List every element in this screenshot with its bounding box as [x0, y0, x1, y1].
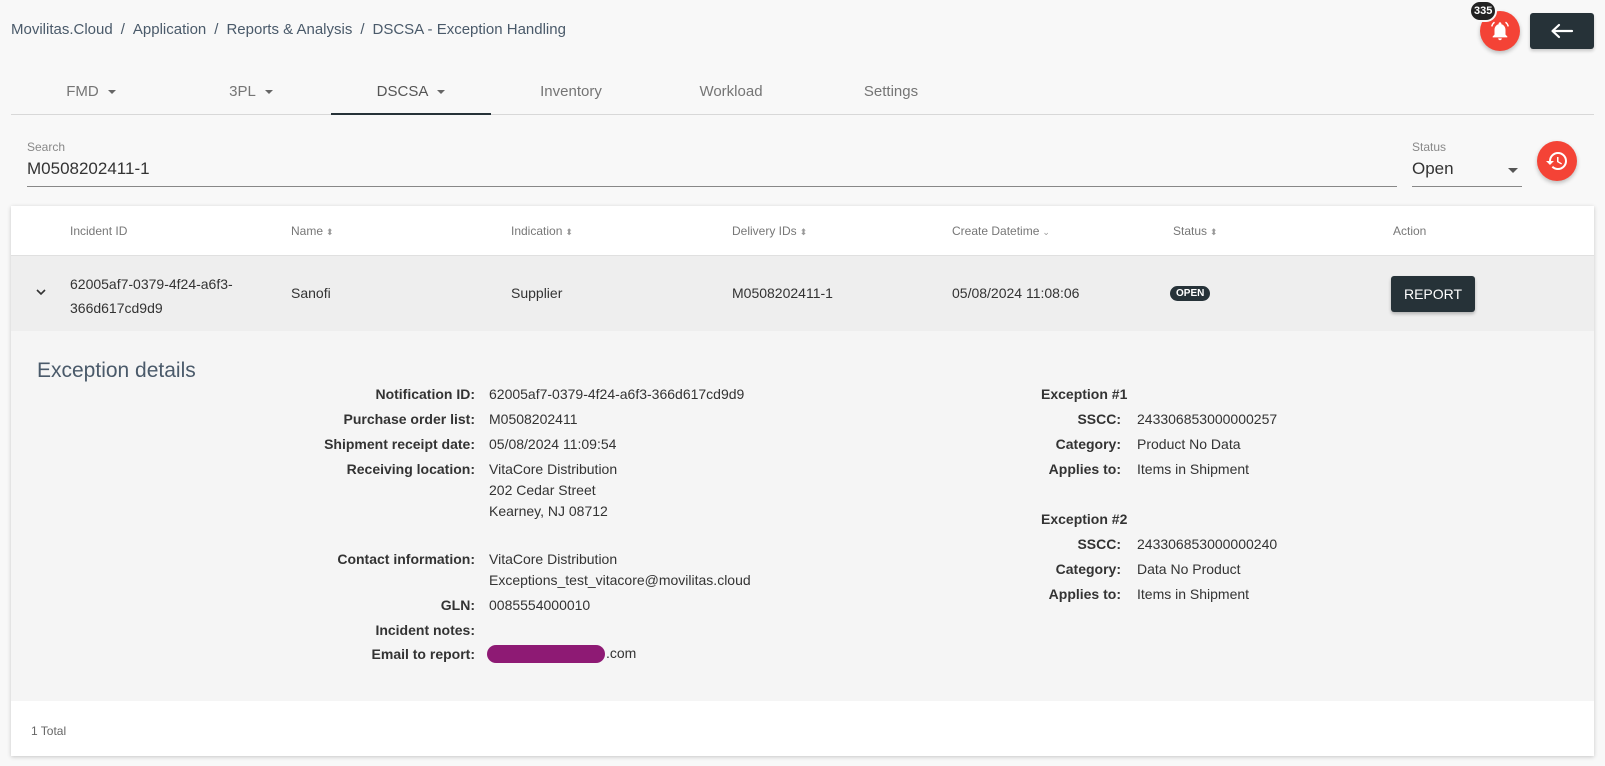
cell-name: Sanofi	[291, 285, 331, 301]
breadcrumb-link-reports[interactable]: Reports & Analysis	[226, 21, 352, 38]
cell-indication: Supplier	[511, 285, 563, 301]
arrow-left-icon	[1551, 23, 1574, 39]
status-badge: OPEN	[1170, 286, 1211, 301]
column-header-status[interactable]: Status ⬍	[1173, 224, 1218, 238]
sort-desc-icon: ⌄	[1042, 227, 1050, 237]
column-header-indication[interactable]: Indication ⬍	[511, 224, 573, 238]
incident-table: Incident ID Name ⬍ Indication ⬍ Delivery I…	[11, 206, 1594, 756]
tab-dscsa[interactable]: DSCSA	[331, 75, 491, 115]
caret-down-icon	[437, 90, 446, 94]
cell-delivery-ids: M0508202411-1	[732, 285, 833, 301]
report-button[interactable]: REPORT	[1391, 276, 1475, 312]
exception-2-title: Exception #2	[1041, 511, 1128, 527]
breadcrumb-separator: /	[214, 21, 219, 38]
breadcrumb-current: DSCSA - Exception Handling	[372, 21, 566, 38]
search-input[interactable]: M0508202411-1	[27, 159, 1397, 179]
tab-label: Workload	[699, 83, 763, 100]
column-header-delivery-ids[interactable]: Delivery IDs ⬍	[732, 224, 807, 238]
caret-down-icon	[264, 90, 273, 94]
column-header-incident-id[interactable]: Incident ID	[70, 224, 127, 238]
search-field[interactable]: Search M0508202411-1	[27, 140, 1397, 187]
cell-incident-id: 62005af7-0379-4f24-a6f3- 366d617cd9d9	[70, 276, 233, 316]
tab-bar: FMD 3PL DSCSA Inventory Workload Setting…	[11, 75, 1594, 115]
search-label: Search	[27, 140, 66, 154]
column-header-name[interactable]: Name ⬍	[291, 224, 334, 238]
status-select[interactable]: Status Open	[1412, 140, 1522, 187]
caret-down-icon	[1508, 168, 1518, 173]
history-button[interactable]	[1537, 141, 1577, 181]
sort-icon: ⬍	[565, 227, 573, 237]
cell-create-datetime: 05/08/2024 11:08:06	[952, 285, 1080, 301]
sort-icon: ⬍	[1210, 227, 1218, 237]
status-label: Status	[1412, 140, 1447, 154]
breadcrumb-link-application[interactable]: Application	[133, 21, 206, 38]
back-button[interactable]	[1530, 13, 1594, 49]
exception-1-title: Exception #1	[1041, 386, 1128, 402]
breadcrumb-separator: /	[360, 21, 365, 38]
chevron-down-icon[interactable]	[33, 284, 49, 300]
redaction-mark	[487, 645, 605, 664]
tab-label: Settings	[863, 83, 919, 100]
tab-label: FMD	[66, 83, 99, 100]
exception-details-panel: Exception details Notification ID: 62005…	[11, 331, 1594, 701]
table-row[interactable]: 62005af7-0379-4f24-a6f3- 366d617cd9d9 Sa…	[11, 256, 1594, 331]
tab-label: 3PL	[229, 83, 256, 100]
tab-settings[interactable]: Settings	[811, 75, 971, 115]
bell-icon	[1491, 21, 1509, 41]
breadcrumb-link-home[interactable]: Movilitas.Cloud	[11, 21, 113, 38]
tab-label: DSCSA	[376, 83, 429, 100]
tab-workload[interactable]: Workload	[651, 75, 811, 115]
table-header: Incident ID Name ⬍ Indication ⬍ Delivery I…	[11, 206, 1594, 256]
column-header-create-datetime[interactable]: Create Datetime ⌄	[952, 224, 1050, 238]
tab-label: Inventory	[540, 83, 602, 100]
status-value: Open	[1412, 159, 1454, 178]
tab-3pl[interactable]: 3PL	[171, 75, 331, 115]
caret-down-icon	[107, 90, 116, 94]
breadcrumb-separator: /	[120, 21, 125, 38]
column-header-action: Action	[1393, 224, 1427, 238]
history-icon	[1546, 152, 1567, 170]
notification-count-badge: 335	[1469, 0, 1498, 22]
sort-icon: ⬍	[799, 227, 808, 237]
sort-icon: ⬍	[326, 227, 334, 237]
breadcrumb: Movilitas.Cloud / Application / Reports & An…	[11, 21, 566, 38]
tab-inventory[interactable]: Inventory	[491, 75, 651, 115]
table-total-count: 1 Total	[31, 724, 67, 738]
details-title: Exception details	[37, 359, 196, 382]
tab-fmd[interactable]: FMD	[11, 75, 171, 115]
